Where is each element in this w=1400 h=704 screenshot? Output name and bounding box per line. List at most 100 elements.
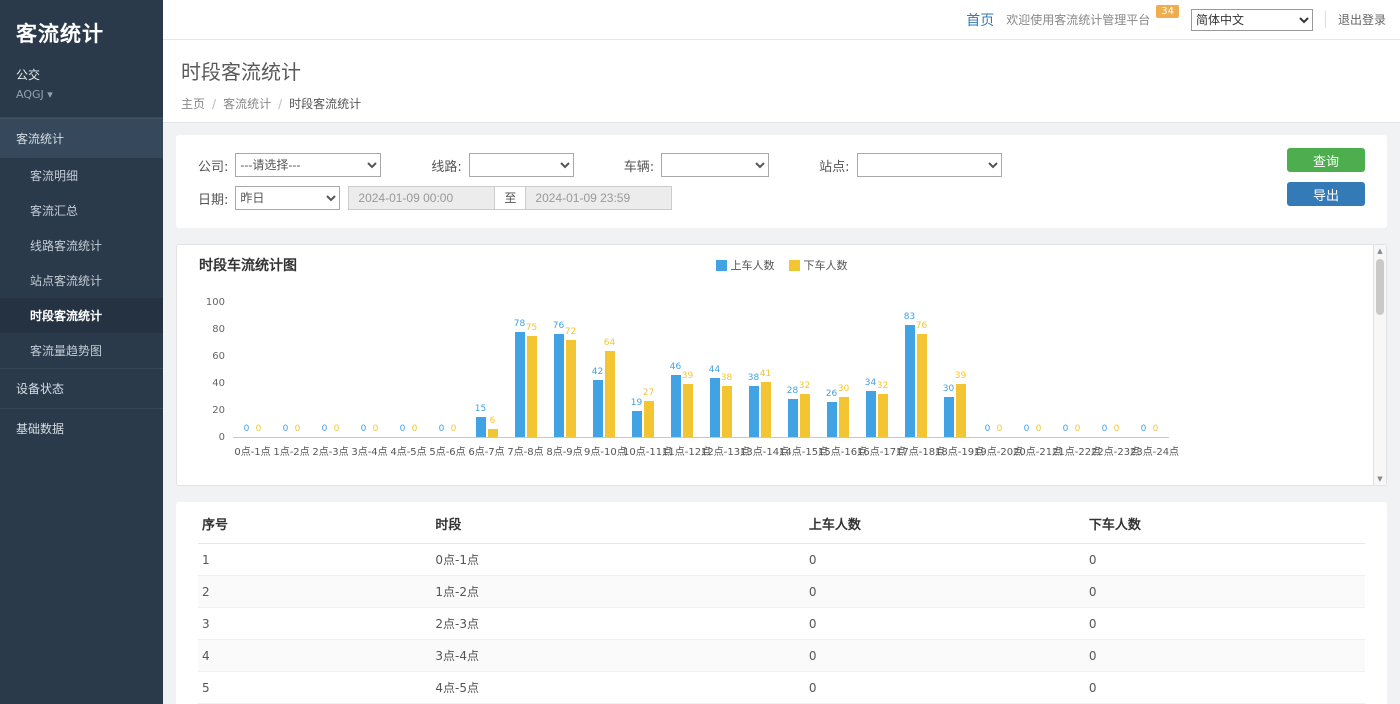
line-select[interactable] <box>469 153 574 177</box>
bar-value-label: 0 <box>334 424 340 434</box>
table-row: 54点-5点00 <box>198 672 1365 704</box>
bar[interactable]: 78 <box>515 332 525 437</box>
bar[interactable]: 6 <box>488 429 498 437</box>
bar-value-label: 42 <box>592 367 603 377</box>
data-table: 序号时段上车人数下车人数 10点-1点0021点-2点0032点-3点0043点… <box>198 502 1365 704</box>
bar-group: 4264 <box>584 303 623 437</box>
bar[interactable]: 83 <box>905 325 915 437</box>
bar-value-label: 76 <box>553 321 564 331</box>
bar-value-label: 0 <box>244 424 250 434</box>
sidebar-item-3[interactable]: 线路客流统计 <box>0 228 163 263</box>
bar[interactable]: 38 <box>722 386 732 437</box>
sidebar-item-4[interactable]: 站点客流统计 <box>0 263 163 298</box>
notification-badge[interactable]: 34 <box>1156 5 1179 18</box>
x-axis-label: 2点-3点 <box>311 438 350 458</box>
breadcrumb-item-1[interactable]: 客流统计 <box>223 97 271 111</box>
bar[interactable]: 64 <box>605 351 615 437</box>
table-row: 21点-2点00 <box>198 576 1365 608</box>
bar-value-label: 0 <box>1141 424 1147 434</box>
bar[interactable]: 30 <box>944 397 954 438</box>
vehicle-select[interactable] <box>661 153 769 177</box>
sidebar-item-8[interactable]: 基础数据 <box>0 408 163 448</box>
station-select[interactable] <box>857 153 1002 177</box>
sidebar-item-1[interactable]: 客流明细 <box>0 158 163 193</box>
home-link[interactable]: 首页 <box>966 10 994 30</box>
table-cell: 2 <box>198 576 431 608</box>
bar[interactable]: 19 <box>632 411 642 437</box>
bar[interactable]: 76 <box>917 334 927 437</box>
legend-label: 下车人数 <box>804 257 848 273</box>
bar[interactable]: 28 <box>788 399 798 437</box>
table-cell: 0 <box>1085 672 1365 704</box>
company-select[interactable]: ---请选择--- <box>235 153 381 177</box>
bar[interactable]: 39 <box>956 384 966 437</box>
date-to-input[interactable] <box>525 186 672 210</box>
logout-link[interactable]: 退出登录 <box>1325 11 1386 28</box>
bar[interactable]: 30 <box>839 397 849 438</box>
bar[interactable]: 44 <box>710 378 720 437</box>
sidebar-item-5[interactable]: 时段客流统计 <box>0 298 163 333</box>
date-preset-select[interactable]: 昨日 <box>235 186 340 210</box>
bar-group: 00 <box>1091 303 1130 437</box>
bar[interactable]: 76 <box>554 334 564 437</box>
bar-value-label: 26 <box>826 389 837 399</box>
scroll-down-icon[interactable]: ▼ <box>1374 475 1386 483</box>
topbar: 首页 欢迎使用客流统计管理平台 34 简体中文 退出登录 <box>163 0 1400 40</box>
chart-plot: 0000000000001567875767242641927463944383… <box>233 303 1169 458</box>
bar[interactable]: 41 <box>761 382 771 437</box>
table-row: 32点-3点00 <box>198 608 1365 640</box>
table-panel: 序号时段上车人数下车人数 10点-1点0021点-2点0032点-3点0043点… <box>176 502 1387 704</box>
export-button[interactable]: 导出 <box>1287 182 1365 206</box>
bar-value-label: 0 <box>256 424 262 434</box>
language-select[interactable]: 简体中文 <box>1191 9 1313 31</box>
bar-group: 00 <box>428 303 467 437</box>
bar[interactable]: 46 <box>671 375 681 437</box>
bar[interactable]: 72 <box>566 340 576 437</box>
org-selector[interactable]: AQGJ ▾ <box>0 85 163 118</box>
bar-value-label: 41 <box>760 369 771 379</box>
x-axis-label: 13点-14点 <box>740 438 779 458</box>
bar-group: 00 <box>1130 303 1169 437</box>
bar[interactable]: 34 <box>866 391 876 437</box>
legend-item[interactable]: 下车人数 <box>789 257 848 273</box>
breadcrumb-item-2: 时段客流统计 <box>289 97 361 111</box>
bar-value-label: 6 <box>490 416 496 426</box>
bar-value-label: 0 <box>1102 424 1108 434</box>
sidebar-item-0[interactable]: 客流统计 <box>0 118 163 158</box>
bar-value-label: 38 <box>748 373 759 383</box>
bar-group: 00 <box>389 303 428 437</box>
chart-scrollbar[interactable]: ▲ ▼ <box>1373 245 1386 485</box>
date-from-input[interactable] <box>348 186 495 210</box>
bar-value-label: 0 <box>1153 424 1159 434</box>
bar[interactable]: 75 <box>527 336 537 437</box>
bar[interactable]: 32 <box>800 394 810 437</box>
bar-value-label: 0 <box>1114 424 1120 434</box>
bar[interactable]: 32 <box>878 394 888 437</box>
bar[interactable]: 27 <box>644 401 654 437</box>
date-label: 日期: <box>198 189 228 208</box>
table-header-cell: 时段 <box>431 502 804 544</box>
bar-value-label: 39 <box>682 371 693 381</box>
sidebar-item-6[interactable]: 客流量趋势图 <box>0 333 163 368</box>
x-axis-label: 10点-11点 <box>623 438 662 458</box>
sidebar-item-7[interactable]: 设备状态 <box>0 368 163 408</box>
x-axis-label: 17点-18点 <box>896 438 935 458</box>
breadcrumb-item-0[interactable]: 主页 <box>181 97 205 111</box>
vehicle-label: 车辆: <box>624 156 654 175</box>
bar[interactable]: 42 <box>593 380 603 437</box>
y-axis-tick: 40 <box>212 378 225 389</box>
query-button[interactable]: 查询 <box>1287 148 1365 172</box>
x-axis-label: 4点-5点 <box>389 438 428 458</box>
bar[interactable]: 26 <box>827 402 837 437</box>
bar[interactable]: 39 <box>683 384 693 437</box>
bar[interactable]: 38 <box>749 386 759 437</box>
bar-group: 8376 <box>896 303 935 437</box>
legend-item[interactable]: 上车人数 <box>716 257 775 273</box>
bar[interactable]: 15 <box>476 417 486 437</box>
scrollbar-thumb[interactable] <box>1376 259 1384 315</box>
sidebar-item-2[interactable]: 客流汇总 <box>0 193 163 228</box>
table-cell: 0 <box>1085 640 1365 672</box>
company-filter: 公司: ---请选择--- <box>198 153 381 177</box>
scroll-up-icon[interactable]: ▲ <box>1374 247 1386 255</box>
bar-value-label: 0 <box>361 424 367 434</box>
